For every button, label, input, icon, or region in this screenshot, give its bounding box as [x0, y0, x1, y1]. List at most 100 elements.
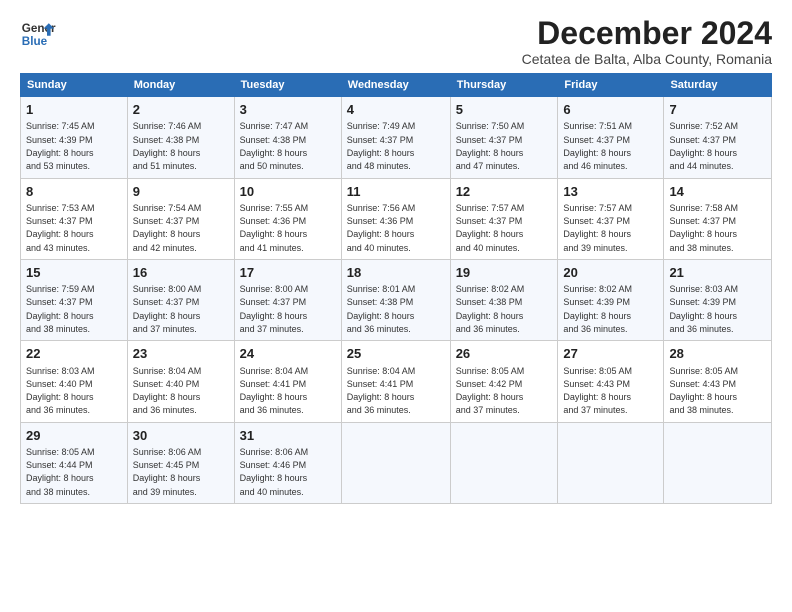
day-number: 4 — [347, 101, 445, 119]
day-info: Sunrise: 8:05 AM Sunset: 4:43 PM Dayligh… — [669, 366, 738, 416]
col-monday: Monday — [127, 74, 234, 97]
col-tuesday: Tuesday — [234, 74, 341, 97]
day-info: Sunrise: 7:46 AM Sunset: 4:38 PM Dayligh… — [133, 121, 202, 171]
day-info: Sunrise: 7:47 AM Sunset: 4:38 PM Dayligh… — [240, 121, 309, 171]
col-friday: Friday — [558, 74, 664, 97]
day-number: 24 — [240, 345, 336, 363]
day-number: 6 — [563, 101, 658, 119]
day-info: Sunrise: 8:03 AM Sunset: 4:39 PM Dayligh… — [669, 284, 738, 334]
day-info: Sunrise: 8:04 AM Sunset: 4:40 PM Dayligh… — [133, 366, 202, 416]
day-info: Sunrise: 7:56 AM Sunset: 4:36 PM Dayligh… — [347, 203, 416, 253]
day-info: Sunrise: 8:05 AM Sunset: 4:42 PM Dayligh… — [456, 366, 525, 416]
day-info: Sunrise: 8:00 AM Sunset: 4:37 PM Dayligh… — [133, 284, 202, 334]
col-thursday: Thursday — [450, 74, 558, 97]
calendar-cell: 13 Sunrise: 7:57 AM Sunset: 4:37 PM Dayli… — [558, 178, 664, 259]
day-info: Sunrise: 7:54 AM Sunset: 4:37 PM Dayligh… — [133, 203, 202, 253]
day-info: Sunrise: 7:57 AM Sunset: 4:37 PM Dayligh… — [456, 203, 525, 253]
calendar-cell: 12 Sunrise: 7:57 AM Sunset: 4:37 PM Dayli… — [450, 178, 558, 259]
day-info: Sunrise: 8:04 AM Sunset: 4:41 PM Dayligh… — [347, 366, 416, 416]
svg-text:General: General — [22, 22, 56, 35]
header: General Blue December 2024 Cetatea de Ba… — [20, 16, 772, 67]
calendar-cell: 8 Sunrise: 7:53 AM Sunset: 4:37 PM Daylig… — [21, 178, 128, 259]
day-number: 13 — [563, 183, 658, 201]
calendar-cell: 14Sunrise: 7:58 AM Sunset: 4:37 PM Dayli… — [664, 178, 772, 259]
calendar-cell — [558, 422, 664, 503]
calendar-cell — [450, 422, 558, 503]
day-number: 30 — [133, 427, 229, 445]
day-number: 28 — [669, 345, 766, 363]
week-row-1: 1 Sunrise: 7:45 AM Sunset: 4:39 PM Daylig… — [21, 97, 772, 178]
col-wednesday: Wednesday — [341, 74, 450, 97]
calendar-cell: 24 Sunrise: 8:04 AM Sunset: 4:41 PM Dayli… — [234, 341, 341, 422]
page: General Blue December 2024 Cetatea de Ba… — [0, 0, 792, 612]
calendar-cell: 6Sunrise: 7:51 AM Sunset: 4:37 PM Daylig… — [558, 97, 664, 178]
day-number: 29 — [26, 427, 122, 445]
calendar-cell: 1 Sunrise: 7:45 AM Sunset: 4:39 PM Daylig… — [21, 97, 128, 178]
day-number: 27 — [563, 345, 658, 363]
day-number: 22 — [26, 345, 122, 363]
day-info: Sunrise: 8:05 AM Sunset: 4:44 PM Dayligh… — [26, 447, 95, 497]
calendar-cell: 4Sunrise: 7:49 AM Sunset: 4:37 PM Daylig… — [341, 97, 450, 178]
day-info: Sunrise: 8:06 AM Sunset: 4:45 PM Dayligh… — [133, 447, 202, 497]
calendar-cell: 17 Sunrise: 8:00 AM Sunset: 4:37 PM Dayli… — [234, 259, 341, 340]
day-number: 20 — [563, 264, 658, 282]
calendar-cell: 28 Sunrise: 8:05 AM Sunset: 4:43 PM Dayli… — [664, 341, 772, 422]
day-info: Sunrise: 8:03 AM Sunset: 4:40 PM Dayligh… — [26, 366, 95, 416]
day-number: 10 — [240, 183, 336, 201]
calendar-cell: 3 Sunrise: 7:47 AM Sunset: 4:38 PM Daylig… — [234, 97, 341, 178]
day-number: 31 — [240, 427, 336, 445]
day-info: Sunrise: 8:02 AM Sunset: 4:39 PM Dayligh… — [563, 284, 632, 334]
calendar-cell: 23 Sunrise: 8:04 AM Sunset: 4:40 PM Dayli… — [127, 341, 234, 422]
week-row-4: 22 Sunrise: 8:03 AM Sunset: 4:40 PM Dayli… — [21, 341, 772, 422]
calendar-cell: 22 Sunrise: 8:03 AM Sunset: 4:40 PM Dayli… — [21, 341, 128, 422]
week-row-2: 8 Sunrise: 7:53 AM Sunset: 4:37 PM Daylig… — [21, 178, 772, 259]
col-saturday: Saturday — [664, 74, 772, 97]
svg-text:Blue: Blue — [22, 35, 48, 48]
day-info: Sunrise: 7:50 AM Sunset: 4:37 PM Dayligh… — [456, 121, 525, 171]
calendar-cell: 29 Sunrise: 8:05 AM Sunset: 4:44 PM Dayli… — [21, 422, 128, 503]
title-block: December 2024 Cetatea de Balta, Alba Cou… — [522, 16, 772, 67]
calendar-cell: 20 Sunrise: 8:02 AM Sunset: 4:39 PM Dayli… — [558, 259, 664, 340]
day-info: Sunrise: 8:06 AM Sunset: 4:46 PM Dayligh… — [240, 447, 309, 497]
day-number: 8 — [26, 183, 122, 201]
day-number: 11 — [347, 183, 445, 201]
calendar-cell: 16 Sunrise: 8:00 AM Sunset: 4:37 PM Dayli… — [127, 259, 234, 340]
day-number: 25 — [347, 345, 445, 363]
calendar-cell: 27 Sunrise: 8:05 AM Sunset: 4:43 PM Dayli… — [558, 341, 664, 422]
week-row-3: 15 Sunrise: 7:59 AM Sunset: 4:37 PM Dayli… — [21, 259, 772, 340]
day-number: 16 — [133, 264, 229, 282]
day-number: 15 — [26, 264, 122, 282]
day-number: 23 — [133, 345, 229, 363]
calendar-cell: 30 Sunrise: 8:06 AM Sunset: 4:45 PM Dayli… — [127, 422, 234, 503]
day-number: 9 — [133, 183, 229, 201]
calendar-cell: 10 Sunrise: 7:55 AM Sunset: 4:36 PM Dayli… — [234, 178, 341, 259]
day-info: Sunrise: 7:57 AM Sunset: 4:37 PM Dayligh… — [563, 203, 632, 253]
day-info: Sunrise: 8:04 AM Sunset: 4:41 PM Dayligh… — [240, 366, 309, 416]
calendar-cell — [341, 422, 450, 503]
day-number: 19 — [456, 264, 553, 282]
calendar-cell: 9 Sunrise: 7:54 AM Sunset: 4:37 PM Daylig… — [127, 178, 234, 259]
day-number: 2 — [133, 101, 229, 119]
day-info: Sunrise: 8:02 AM Sunset: 4:38 PM Dayligh… — [456, 284, 525, 334]
calendar-cell: 5Sunrise: 7:50 AM Sunset: 4:37 PM Daylig… — [450, 97, 558, 178]
calendar-cell: 31 Sunrise: 8:06 AM Sunset: 4:46 PM Dayli… — [234, 422, 341, 503]
day-info: Sunrise: 7:55 AM Sunset: 4:36 PM Dayligh… — [240, 203, 309, 253]
day-info: Sunrise: 7:59 AM Sunset: 4:37 PM Dayligh… — [26, 284, 95, 334]
day-number: 1 — [26, 101, 122, 119]
day-number: 12 — [456, 183, 553, 201]
day-info: Sunrise: 7:45 AM Sunset: 4:39 PM Dayligh… — [26, 121, 95, 171]
calendar-cell: 19 Sunrise: 8:02 AM Sunset: 4:38 PM Dayli… — [450, 259, 558, 340]
day-info: Sunrise: 7:52 AM Sunset: 4:37 PM Dayligh… — [669, 121, 738, 171]
calendar-cell: 11 Sunrise: 7:56 AM Sunset: 4:36 PM Dayli… — [341, 178, 450, 259]
day-info: Sunrise: 7:53 AM Sunset: 4:37 PM Dayligh… — [26, 203, 95, 253]
calendar-cell: 25 Sunrise: 8:04 AM Sunset: 4:41 PM Dayli… — [341, 341, 450, 422]
calendar-cell: 15 Sunrise: 7:59 AM Sunset: 4:37 PM Dayli… — [21, 259, 128, 340]
calendar-cell: 21Sunrise: 8:03 AM Sunset: 4:39 PM Dayli… — [664, 259, 772, 340]
calendar-cell: 7Sunrise: 7:52 AM Sunset: 4:37 PM Daylig… — [664, 97, 772, 178]
header-row: Sunday Monday Tuesday Wednesday Thursday… — [21, 74, 772, 97]
day-info: Sunrise: 8:05 AM Sunset: 4:43 PM Dayligh… — [563, 366, 632, 416]
day-number: 17 — [240, 264, 336, 282]
day-number: 3 — [240, 101, 336, 119]
page-title: December 2024 — [522, 16, 772, 51]
day-info: Sunrise: 8:00 AM Sunset: 4:37 PM Dayligh… — [240, 284, 309, 334]
